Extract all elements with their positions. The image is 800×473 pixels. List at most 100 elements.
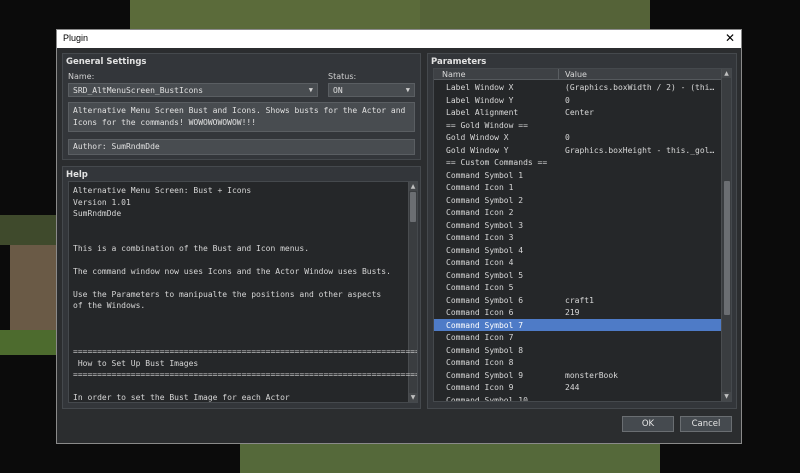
- help-line: of the Windows.: [73, 301, 146, 310]
- table-row[interactable]: Command Icon 3: [434, 231, 721, 244]
- map-tile-left-upper: [0, 215, 56, 245]
- table-row[interactable]: Label Alignment Center: [434, 106, 721, 119]
- author-field[interactable]: Author: SumRndmDde: [68, 139, 415, 155]
- help-scroll-thumb[interactable]: [410, 192, 416, 222]
- table-row[interactable]: Command Icon 2: [434, 206, 721, 219]
- param-value: 219: [565, 308, 580, 317]
- param-name: Gold Window X: [446, 133, 509, 142]
- column-divider[interactable]: [558, 69, 559, 80]
- description-text: Alternative Menu Screen Bust and Icons. …: [73, 106, 406, 127]
- table-row[interactable]: Gold Window Y Graphics.boxHeight - this._…: [434, 144, 721, 157]
- help-panel: Help ▲ ▼ Alternative Menu Screen: Bust +…: [62, 166, 421, 409]
- param-name: Command Icon 6: [446, 308, 514, 317]
- ok-button[interactable]: OK: [622, 416, 674, 432]
- table-row[interactable]: Label Window Y 0: [434, 94, 721, 107]
- help-line: This is a combination of the Bust and Ic…: [73, 243, 310, 253]
- param-value: Center: [565, 108, 594, 117]
- scroll-down-icon[interactable]: ▼: [722, 392, 731, 401]
- help-scrollbar[interactable]: ▲ ▼: [408, 182, 417, 402]
- column-header-name[interactable]: Name: [442, 70, 466, 79]
- chevron-down-icon: ▼: [405, 86, 410, 94]
- map-tile-bottom: [240, 444, 660, 473]
- table-row[interactable]: Command Icon 5: [434, 281, 721, 294]
- table-row[interactable]: Command Icon 9 244: [434, 381, 721, 394]
- param-value: 0: [565, 95, 570, 105]
- table-row[interactable]: Command Symbol 7: [434, 318, 721, 331]
- param-name: Label Window X: [446, 83, 514, 92]
- param-value: 0: [565, 133, 570, 142]
- param-name: Command Symbol 9: [446, 370, 524, 380]
- help-line: SumRndmDde: [73, 209, 122, 218]
- scroll-up-icon[interactable]: ▲: [722, 69, 731, 78]
- table-row[interactable]: == Gold Window ==: [434, 119, 721, 132]
- param-name: == Custom Commands ==: [446, 158, 548, 167]
- parameters-heading: Parameters: [431, 57, 487, 67]
- param-value: monsterBook: [565, 370, 618, 380]
- description-field[interactable]: Alternative Menu Screen Bust and Icons. …: [68, 102, 415, 132]
- status-label: Status:: [328, 72, 357, 81]
- table-row[interactable]: Command Icon 7: [434, 331, 721, 344]
- help-line: Use the Parameters to manipualte the pos…: [73, 289, 382, 299]
- param-value: 244: [565, 383, 580, 392]
- table-row[interactable]: Command Icon 8: [434, 356, 721, 369]
- table-row[interactable]: Label Window X (Graphics.boxWidth / 2) - …: [434, 81, 721, 94]
- param-name: Command Symbol 8: [446, 345, 524, 355]
- table-row[interactable]: Command Icon 4: [434, 256, 721, 269]
- param-name: Label Alignment: [446, 108, 519, 117]
- close-icon[interactable]: ✕: [723, 31, 737, 45]
- table-row[interactable]: == Custom Commands ==: [434, 156, 721, 169]
- parameters-panel: Parameters Name Value ▲ ▼ Label Window X…: [427, 53, 737, 409]
- name-select-value: SRD_AltMenuScreen_BustIcons: [73, 86, 204, 95]
- table-row[interactable]: Command Symbol 1: [434, 169, 721, 182]
- help-text-area[interactable]: ▲ ▼ Alternative Menu Screen: Bust + Icon…: [68, 181, 418, 403]
- param-name: Command Symbol 4: [446, 245, 524, 255]
- param-name: Command Symbol 5: [446, 270, 524, 280]
- status-select-value: ON: [333, 86, 343, 95]
- general-settings-heading: General Settings: [66, 57, 147, 67]
- help-line: In order to set the Bust Image for each …: [73, 393, 290, 402]
- name-select[interactable]: SRD_AltMenuScreen_BustIcons ▼: [68, 83, 318, 97]
- table-row[interactable]: Gold Window X 0: [434, 131, 721, 144]
- help-line: Alternative Menu Screen: Bust + Icons: [73, 186, 252, 195]
- param-name: == Gold Window ==: [446, 120, 528, 130]
- map-tile-left-grass: [0, 330, 56, 355]
- table-row[interactable]: Command Icon 6 219: [434, 306, 721, 319]
- param-name: Command Icon 7: [446, 333, 514, 342]
- table-row[interactable]: Command Symbol 10: [434, 394, 721, 402]
- parameters-scrollbar[interactable]: ▲ ▼: [721, 69, 731, 401]
- table-row[interactable]: Command Icon 1: [434, 181, 721, 194]
- table-row[interactable]: Command Symbol 9 monsterBook: [434, 369, 721, 382]
- table-row[interactable]: Command Symbol 4: [434, 244, 721, 257]
- param-name: Command Icon 4: [446, 258, 514, 267]
- map-tile-top: [130, 0, 420, 29]
- author-text: Author: SumRndmDde: [73, 142, 160, 151]
- table-row[interactable]: Command Symbol 5: [434, 269, 721, 282]
- help-line: The command window now uses Icons and th…: [73, 266, 391, 276]
- param-value: (Graphics.boxWidth / 2) - (this._c...: [565, 83, 719, 92]
- param-name: Command Symbol 1: [446, 170, 524, 180]
- param-value: craft1: [565, 295, 594, 305]
- param-name: Command Icon 5: [446, 283, 514, 292]
- param-name: Command Symbol 7: [446, 320, 524, 330]
- param-name: Command Icon 8: [446, 358, 514, 367]
- map-tile-top-right: [420, 0, 650, 29]
- param-name: Gold Window Y: [446, 145, 509, 155]
- param-name: Command Icon 2: [446, 208, 514, 217]
- plugin-dialog: Plugin ✕ General Settings Name: SRD_AltM…: [56, 29, 742, 444]
- table-row[interactable]: Command Symbol 8: [434, 344, 721, 357]
- scroll-up-icon[interactable]: ▲: [409, 182, 417, 191]
- table-row[interactable]: Command Symbol 2: [434, 194, 721, 207]
- status-select[interactable]: ON ▼: [328, 83, 415, 97]
- window-title: Plugin: [63, 33, 89, 43]
- param-value: Graphics.boxHeight - this._goldWin...: [565, 145, 719, 155]
- table-row[interactable]: Command Symbol 3: [434, 219, 721, 232]
- parameters-scroll-thumb[interactable]: [724, 181, 730, 315]
- table-row[interactable]: Command Symbol 6 craft1: [434, 294, 721, 307]
- param-name: Command Icon 1: [446, 183, 514, 192]
- cancel-button[interactable]: Cancel: [680, 416, 732, 432]
- column-header-value[interactable]: Value: [565, 70, 587, 79]
- param-name: Command Symbol 2: [446, 195, 524, 205]
- scroll-down-icon[interactable]: ▼: [409, 393, 417, 402]
- help-line: ========================================…: [73, 347, 418, 356]
- name-label: Name:: [68, 72, 95, 81]
